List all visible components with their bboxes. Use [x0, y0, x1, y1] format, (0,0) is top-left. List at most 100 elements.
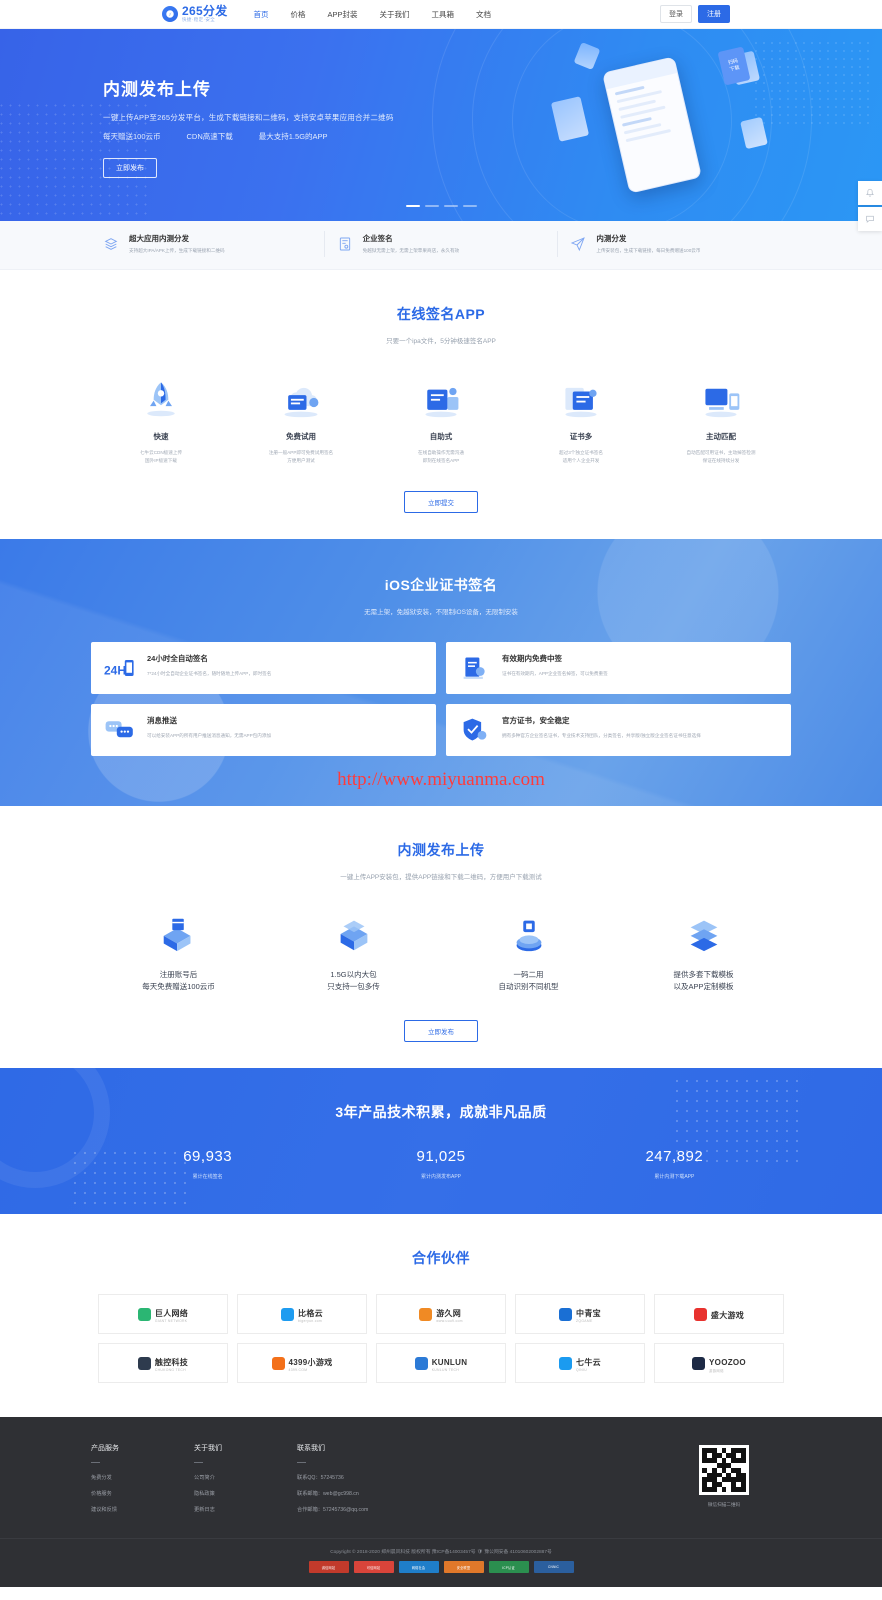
nav-item-2[interactable]: APP封装 — [328, 9, 358, 20]
ios-section: iOS企业证书签名 无需上架，免越狱安装，不限制iOS设备，无限制安装 24H 2… — [0, 538, 882, 806]
partner-logo-2[interactable]: 游久网 www.uuu9.com — [376, 1294, 506, 1335]
footer-divider — [194, 1462, 203, 1464]
footer-badge-4[interactable]: ICP认证 — [488, 1561, 529, 1574]
one-code-icon — [451, 911, 606, 955]
partner-sub: www.uuu9.com — [436, 1319, 463, 1324]
hero-carousel-dot[interactable] — [405, 205, 420, 207]
ios-card-list: 24H 24小时全自动签名 7*24小时全自动企业证书签名，随时随地上传APP，即时… — [91, 641, 791, 756]
footer-link[interactable]: 价格服务 — [91, 1490, 194, 1497]
login-button[interactable]: 登录 — [660, 5, 692, 23]
ios-card-3[interactable]: 官方证书，安全稳定 拥有多种官方企业签名证书，专业技术支持团队，分类签名，共享版/… — [446, 703, 791, 756]
partner-logo-3[interactable]: 中青宝 ZQGAME — [515, 1294, 645, 1335]
feature-bar-item-0[interactable]: 超大应用内测分发 支持超大IPA/APK上传，生成下载链接和二维码 — [91, 231, 324, 257]
footer-column-0: 产品服务 免费分发 价格服务 建议和反馈 — [91, 1443, 194, 1522]
sign-submit-button[interactable]: 立即提交 — [404, 490, 478, 513]
partner-logo-5[interactable]: 触控科技 CHUKONG TECH — [98, 1343, 228, 1384]
partner-sub: ZQGAME — [576, 1319, 593, 1324]
partner-logo-8[interactable]: 七牛云 QINIU — [515, 1343, 645, 1384]
beta-feature-title: 一码二用 自动识别不同机型 — [498, 969, 559, 992]
icp-link[interactable]: 豫公网安备 41010602002887号 — [484, 1550, 551, 1555]
nav-item-4[interactable]: 工具箱 — [432, 9, 455, 20]
ios-card-2[interactable]: 消息推送 可以给安装APP的所有用户推送消息通知，无需APP包内添加 — [91, 703, 436, 756]
ios-card-1[interactable]: 有效期内免费中签 证书在有效期内，APP企业签名掉签，可以免费重签 — [446, 641, 791, 694]
footer-badge-3[interactable]: 安全联盟 — [443, 1561, 484, 1574]
hero-illustration: 扫码 下载 — [550, 42, 768, 210]
nav-item-5[interactable]: 文档 — [476, 9, 491, 20]
beta-publish-button[interactable]: 立即发布 — [404, 1020, 478, 1043]
partner-logo-4[interactable]: 盛大游戏 — [654, 1294, 784, 1335]
hero-publish-button[interactable]: 立即发布 — [103, 158, 157, 178]
feature-bar-item-1[interactable]: 企业签名 免越狱无需上架，无需上架苹果商店，永久有效 — [323, 231, 558, 257]
partner-logo-1[interactable]: 比格云 bigeryun.com — [237, 1294, 367, 1335]
hero-carousel-dot[interactable] — [424, 205, 439, 207]
sign-feature-desc: 在线自助操作无需沟通 即刻在线签名APP — [418, 450, 464, 463]
hero-highlight: 最大支持1.5G的APP — [258, 132, 328, 141]
hero-carousel-dots[interactable] — [91, 205, 791, 207]
send-icon — [568, 233, 588, 255]
footer-column-title: 关于我们 — [194, 1445, 222, 1453]
partner-sub: GIANT NETWORK — [154, 1319, 188, 1324]
partner-name: 七牛云 — [576, 1358, 601, 1368]
hero-carousel-dot[interactable] — [443, 205, 458, 207]
sign-section: 在线签名APP 只要一个ipa文件，5分钟极速签名APP 快速 七牛云CDN极速上… — [0, 270, 882, 539]
hero-banner: 内测发布上传 一键上传APP至265分发平台，生成下载链接和二维码，支持安卓苹果… — [0, 29, 882, 221]
footer-link[interactable]: 建议和反馈 — [91, 1506, 194, 1513]
partner-mark-icon — [692, 1356, 706, 1370]
logo[interactable]: 265分发 快捷·稳定·安全 — [162, 5, 228, 23]
footer-badge-0[interactable]: 诚信网站 — [308, 1561, 349, 1574]
footer-badge-5[interactable]: CNNIC — [533, 1561, 574, 1574]
partner-logo-0[interactable]: 巨人网络 GIANT NETWORK — [98, 1294, 228, 1335]
partner-logo-7[interactable]: KUNLUN KUNLUN TECH — [376, 1343, 506, 1384]
register-button[interactable]: 注册 — [698, 5, 730, 23]
copyright-text: Copyright © 2018-2020 郑州晨风科技 版权所有 豫ICP备1… — [330, 1550, 476, 1556]
bell-icon[interactable] — [858, 181, 882, 205]
stat-2: 247,892 累计内测下载APP — [558, 1148, 791, 1180]
cert-many-icon — [517, 373, 645, 419]
site-header: 265分发 快捷·稳定·安全 首页 价格 APP封装 关于我们 工具箱 文档 登录 注册 — [0, 0, 882, 29]
nav-item-0[interactable]: 首页 — [254, 9, 269, 20]
footer-badge-2[interactable]: 网络社会 — [398, 1561, 439, 1574]
sign-section-subtitle: 只要一个ipa文件，5分钟极速签名APP — [386, 338, 496, 345]
ios-card-title: 有效期内免费中签 — [502, 653, 562, 663]
footer-link[interactable]: 免费分发 — [91, 1474, 194, 1481]
sign-feature-desc: 超过3个独立证书签名 适用个人企业开发 — [559, 450, 603, 463]
hero-description: 一键上传APP至265分发平台，生成下载链接和二维码，支持安卓苹果应用合并二维码 — [103, 113, 394, 122]
beta-section-title: 内测发布上传 — [397, 841, 485, 858]
layers-icon — [101, 233, 121, 255]
nav-item-3[interactable]: 关于我们 — [380, 9, 410, 20]
register-gift-icon — [101, 911, 256, 955]
footer-link[interactable]: 公司简介 — [194, 1474, 297, 1481]
feature-bar-item-2[interactable]: 内测分发 上传安装包，生成下载链接，每日免费赠送100云币 — [557, 231, 791, 257]
footer-link[interactable]: 隐私政策 — [194, 1490, 297, 1497]
chat-icon[interactable] — [858, 207, 882, 231]
partner-mark-icon — [281, 1307, 295, 1321]
partner-sub: KUNLUN TECH — [431, 1368, 460, 1373]
feature-bar: 超大应用内测分发 支持超大IPA/APK上传，生成下载链接和二维码 企业签名 免越狱无… — [0, 221, 882, 270]
beta-feature-1: 1.5G以内大包 只支持一包多传 — [266, 911, 441, 995]
nav-item-1[interactable]: 价格 — [291, 9, 306, 20]
ios-card-0[interactable]: 24H 24小时全自动签名 7*24小时全自动企业证书签名，随时随地上传APP，即时… — [91, 641, 436, 694]
hero-highlight: 每天赠送100云币 — [103, 132, 161, 141]
wechat-qr-icon — [699, 1445, 749, 1496]
site-footer: 产品服务 免费分发 价格服务 建议和反馈 关于我们 公司简介 隐私政策 更新日志 联系我们 联系Q… — [0, 1417, 882, 1588]
self-service-icon — [377, 373, 505, 419]
footer-link[interactable]: 更新日志 — [194, 1506, 297, 1513]
stat-number: 247,892 — [645, 1148, 704, 1166]
partner-sub: bigeryun.com — [298, 1319, 323, 1324]
hero-phone — [602, 56, 702, 194]
partner-mark-icon — [137, 1356, 151, 1370]
footer-divider — [91, 1462, 100, 1464]
beta-feature-title: 注册账号后 每天免费赠送100云币 — [142, 969, 215, 992]
partner-sub: 4399.COM — [288, 1368, 308, 1373]
partner-mark-icon — [271, 1356, 285, 1370]
footer-columns: 产品服务 免费分发 价格服务 建议和反馈 关于我们 公司简介 隐私政策 更新日志 联系我们 联系Q… — [91, 1443, 477, 1522]
partner-name: 巨人网络 — [154, 1309, 189, 1319]
partner-logo-9[interactable]: YOOZOO 游族网络 — [654, 1343, 784, 1384]
footer-copyright: Copyright © 2018-2020 郑州晨风科技 版权所有 豫ICP备1… — [0, 1538, 882, 1561]
certificate-icon — [335, 233, 355, 255]
partner-logo-6[interactable]: 4399小游戏 4399.COM — [237, 1343, 367, 1384]
free-resign-icon — [458, 653, 492, 683]
partner-sub: QINIU — [576, 1368, 587, 1373]
hero-carousel-dot[interactable] — [462, 205, 477, 207]
footer-badge-1[interactable]: 可信网站 — [353, 1561, 394, 1574]
